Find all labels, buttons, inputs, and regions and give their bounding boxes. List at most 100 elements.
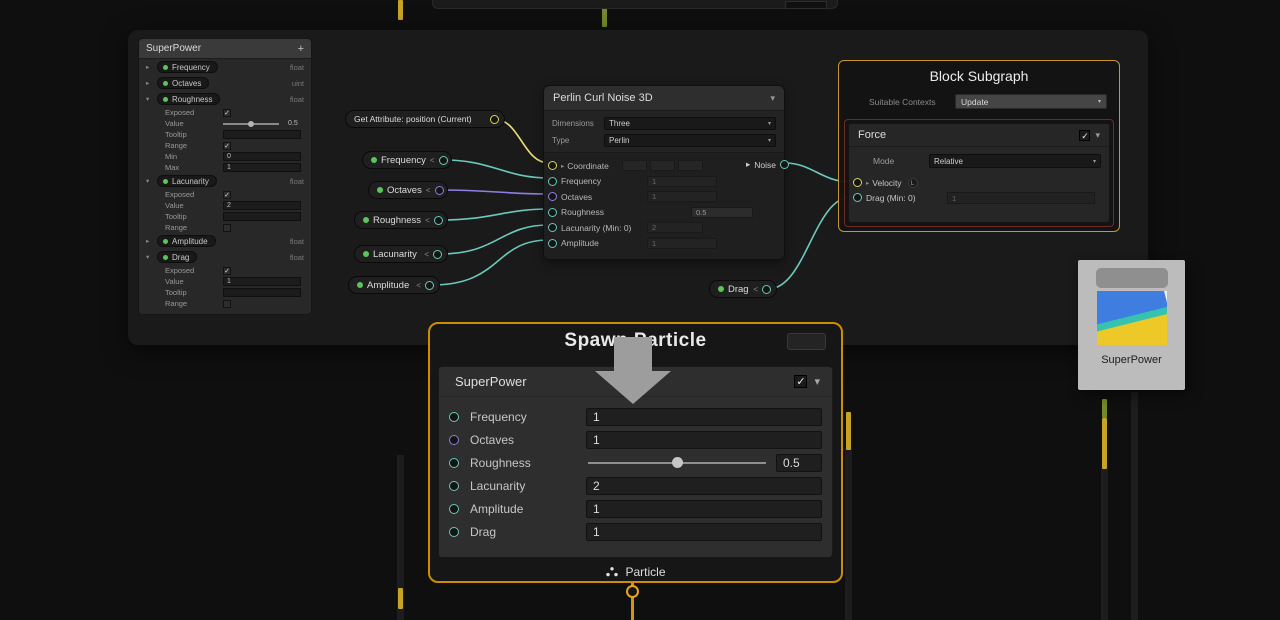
parameter-node-roughness[interactable]: Roughness < — [354, 211, 448, 229]
force-block[interactable]: Force ✓ ▾ Mode Relative▾ ▸ Velocity L Dr… — [848, 123, 1110, 223]
input-port[interactable] — [548, 177, 557, 186]
foldout-closed-icon[interactable]: ▸ — [146, 237, 154, 245]
slider-handle[interactable] — [248, 121, 254, 127]
range-checkbox[interactable]: ✓ — [223, 142, 231, 150]
enabled-checkbox[interactable]: ✓ — [1079, 130, 1090, 141]
blackboard-property-lacunarity[interactable]: ▾ Lacunarity float — [139, 173, 311, 189]
collapse-icon[interactable]: < — [753, 285, 758, 294]
input-port[interactable] — [548, 223, 557, 232]
input-port[interactable] — [449, 435, 459, 445]
value-field[interactable]: 1 — [586, 500, 822, 518]
blackboard-property-frequency[interactable]: ▸ Frequency float — [139, 59, 311, 75]
foldout-open-icon[interactable]: ▾ — [146, 177, 154, 185]
blackboard-property-amplitude[interactable]: ▸ Amplitude float — [139, 233, 311, 249]
foldout-closed-icon[interactable]: ▸ — [146, 79, 154, 87]
chevron-down-icon[interactable]: ▾ — [814, 375, 820, 388]
type-dropdown[interactable]: Perlin▾ — [604, 134, 776, 147]
exposed-checkbox[interactable]: ✓ — [223, 267, 231, 275]
block-header[interactable]: SuperPower ✓ ▾ — [439, 367, 832, 397]
range-checkbox[interactable] — [223, 300, 231, 308]
blackboard-panel[interactable]: SuperPower + ▸ Frequency float ▸ Octaves… — [138, 38, 312, 315]
value-field[interactable]: 0.5 — [691, 207, 753, 218]
exposed-checkbox[interactable]: ✓ — [223, 109, 231, 117]
min-input[interactable]: 0 — [223, 152, 301, 161]
output-port[interactable] — [435, 186, 444, 195]
collapse-icon[interactable]: < — [416, 281, 421, 290]
slider-handle[interactable] — [672, 457, 683, 468]
get-attribute-node[interactable]: Get Attribute: position (Current) — [345, 110, 505, 128]
parameter-node-frequency[interactable]: Frequency < — [362, 151, 452, 169]
foldout-closed-icon[interactable]: ▸ — [561, 162, 564, 170]
value-field[interactable]: 2 — [586, 477, 822, 495]
parameter-node-lacunarity[interactable]: Lacunarity < — [354, 245, 448, 263]
exposed-checkbox[interactable]: ✓ — [223, 191, 231, 199]
output-port[interactable] — [762, 285, 771, 294]
subgraph-asset-card[interactable]: SuperPower — [1078, 260, 1185, 390]
output-port[interactable] — [425, 281, 434, 290]
value-input[interactable]: 2 — [223, 201, 301, 210]
value-slider[interactable] — [223, 119, 279, 128]
input-port[interactable] — [548, 208, 557, 217]
local-space-badge[interactable]: L — [908, 178, 918, 188]
value-field[interactable]: 1 — [586, 408, 822, 426]
collapse-icon[interactable]: < — [426, 186, 431, 195]
collapse-icon[interactable]: < — [430, 156, 435, 165]
input-port[interactable] — [449, 458, 459, 468]
parameter-node-octaves[interactable]: Octaves < — [368, 181, 448, 199]
value-field[interactable]: 1 — [647, 191, 717, 202]
blackboard-property-roughness[interactable]: ▾ Roughness float — [139, 91, 311, 107]
block-subgraph-panel[interactable]: Block Subgraph Suitable Contexts Update▾… — [838, 60, 1120, 232]
range-checkbox[interactable] — [223, 224, 231, 232]
coordinate-z-field[interactable] — [678, 160, 703, 171]
input-port[interactable] — [853, 178, 862, 187]
foldout-open-icon[interactable]: ▾ — [146, 253, 154, 261]
dimensions-dropdown[interactable]: Three▾ — [604, 117, 776, 130]
value-field[interactable]: 1 — [586, 523, 822, 541]
max-input[interactable]: 1 — [223, 163, 301, 172]
node-header[interactable]: Perlin Curl Noise 3D ▾ — [544, 86, 784, 111]
value-field[interactable]: 2 — [647, 222, 703, 233]
value-field[interactable]: 1 — [647, 238, 717, 249]
input-port[interactable] — [853, 193, 862, 202]
value-input[interactable]: 1 — [223, 277, 301, 286]
coordinate-y-field[interactable] — [650, 160, 675, 171]
superpower-block[interactable]: SuperPower ✓ ▾ Frequency 1 Octaves 1 Rou… — [438, 366, 833, 558]
output-port[interactable] — [780, 160, 789, 169]
collapse-icon[interactable]: < — [424, 250, 429, 259]
mode-dropdown[interactable]: Relative▾ — [929, 154, 1101, 168]
foldout-closed-icon[interactable]: ▸ — [146, 63, 154, 71]
value-field[interactable]: 0.5 — [776, 454, 822, 472]
output-port[interactable] — [439, 156, 448, 165]
input-port[interactable] — [449, 412, 459, 422]
suitable-contexts-dropdown[interactable]: Update▾ — [955, 94, 1107, 109]
tooltip-input[interactable] — [223, 288, 301, 297]
value-field[interactable]: 1 — [947, 192, 1095, 204]
context-header-badge[interactable] — [787, 333, 826, 350]
output-port[interactable] — [490, 115, 499, 124]
output-port[interactable] — [434, 216, 443, 225]
flow-port[interactable] — [626, 585, 639, 598]
tooltip-input[interactable] — [223, 130, 301, 139]
input-port[interactable] — [449, 481, 459, 491]
value-field[interactable]: 1 — [586, 431, 822, 449]
perlin-curl-noise-node[interactable]: Perlin Curl Noise 3D ▾ Dimensions Three▾… — [543, 85, 785, 260]
value-field[interactable]: 1 — [647, 176, 717, 187]
collapse-icon[interactable]: < — [425, 216, 430, 225]
blackboard-property-octaves[interactable]: ▸ Octaves uint — [139, 75, 311, 91]
input-port[interactable] — [548, 239, 557, 248]
chevron-down-icon[interactable]: ▾ — [770, 93, 775, 104]
input-port[interactable] — [548, 192, 557, 201]
input-port[interactable] — [449, 527, 459, 537]
input-port[interactable] — [548, 161, 557, 170]
enabled-checkbox[interactable]: ✓ — [794, 375, 807, 388]
block-header[interactable]: Force ✓ ▾ — [849, 124, 1109, 147]
input-port[interactable] — [449, 504, 459, 514]
add-property-button[interactable]: + — [298, 43, 304, 55]
coordinate-x-field[interactable] — [622, 160, 647, 171]
output-port[interactable] — [433, 250, 442, 259]
chevron-down-icon[interactable]: ▾ — [1095, 130, 1100, 141]
particle-context-node[interactable]: Spawn Particle SuperPower ✓ ▾ Frequency … — [428, 322, 843, 583]
roughness-slider[interactable] — [586, 454, 768, 472]
parameter-node-drag[interactable]: Drag < — [709, 280, 777, 298]
tooltip-input[interactable] — [223, 212, 301, 221]
